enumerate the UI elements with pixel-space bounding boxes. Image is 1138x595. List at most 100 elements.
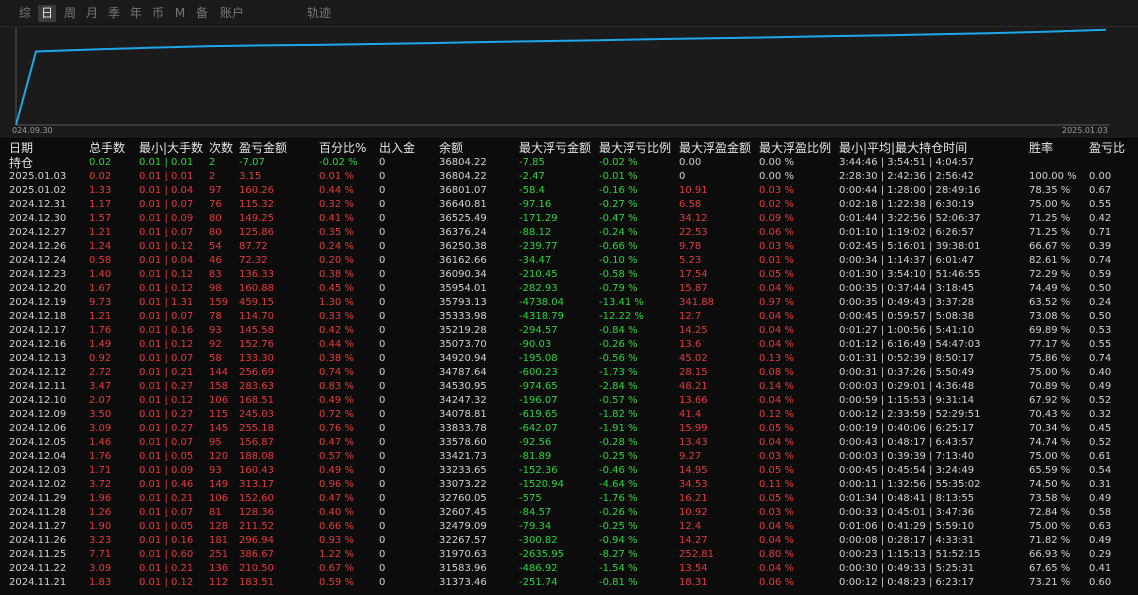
table-row[interactable]: 2024.12.03 1.71 0.01 | 0.09 93 160.43 0.49 % 0… — [0, 464, 1138, 478]
balance-cell: 34920.94 — [439, 353, 487, 364]
table-row[interactable]: 2024.12.18 1.21 0.01 | 0.07 78 114.70 0.33 % 0… — [0, 310, 1138, 324]
max-floating-loss-cell: -282.93 — [519, 283, 558, 294]
deposit-withdraw-cell: 0 — [379, 493, 386, 504]
table-row[interactable]: 2024.12.04 1.76 0.01 | 0.05 120 188.08 0.57 %… — [0, 450, 1138, 464]
tab-quarterly[interactable]: 季 — [105, 5, 123, 22]
holding-summary-row[interactable]: 0.02 0.01 | 0.01 2 -7.07 -0.02 % 0 36804.22 -7.… — [0, 156, 1138, 170]
table-row[interactable]: 2024.12.05 1.46 0.01 | 0.07 95 156.87 0.47 % 0… — [0, 436, 1138, 450]
percent-cell: 0.76 % — [319, 423, 354, 434]
pnl-cell: 152.76 — [239, 339, 274, 350]
tab-account[interactable]: 账户 — [217, 5, 247, 22]
table-row[interactable]: 2024.12.09 3.50 0.01 | 0.27 115 245.03 0.72 %… — [0, 408, 1138, 422]
tab-daily[interactable]: 日 — [38, 5, 56, 22]
table-row[interactable]: 2024.11.28 1.26 0.01 | 0.07 81 128.36 0.40 % 0… — [0, 506, 1138, 520]
table-row[interactable]: 2024.12.20 1.67 0.01 | 0.12 98 160.88 0.45 % 0… — [0, 282, 1138, 296]
win-rate-cell: 75.00 % — [1029, 199, 1071, 210]
table-row[interactable]: 2024.12.31 1.17 0.01 | 0.07 76 115.32 0.32 % 0… — [0, 198, 1138, 212]
max-floating-profit-pct-cell: 0.12 % — [759, 409, 794, 420]
table-row[interactable]: 2024.12.11 3.47 0.01 | 0.27 158 283.63 0.83 %… — [0, 380, 1138, 394]
percent-cell: 0.44 % — [319, 185, 354, 196]
max-floating-loss-pct-cell: -0.27 % — [599, 199, 638, 210]
percent-cell: 0.20 % — [319, 255, 354, 266]
holding-time-cell: 0:00:44 | 1:28:00 | 28:49:16 — [839, 185, 981, 196]
holding-time-cell: 0:00:35 | 0:37:44 | 3:18:45 — [839, 283, 975, 294]
table-row[interactable]: 2024.11.27 1.90 0.01 | 0.05 128 211.52 0.66 %… — [0, 520, 1138, 534]
count-cell: 2 — [209, 157, 216, 168]
tab-m[interactable]: M — [171, 5, 189, 22]
holding-time-cell: 0:01:44 | 3:22:56 | 52:06:37 — [839, 213, 981, 224]
table-row[interactable]: 2024.12.24 0.58 0.01 | 0.04 46 72.32 0.20 % 0 3… — [0, 254, 1138, 268]
max-floating-profit-pct-cell: 0.04 % — [759, 283, 794, 294]
balance-cell: 33073.22 — [439, 479, 487, 490]
table-row[interactable]: 2024.12.19 9.73 0.01 | 1.31 159 459.15 1.30 %… — [0, 296, 1138, 310]
date-cell: 2024.12.02 — [9, 479, 67, 490]
tab-notes[interactable]: 备 — [193, 5, 211, 22]
table-row[interactable]: 2024.12.10 2.07 0.01 | 0.12 106 168.51 0.49 %… — [0, 394, 1138, 408]
percent-cell: 0.49 % — [319, 395, 354, 406]
date-cell: 2024.11.28 — [9, 507, 67, 518]
holding-time-cell: 0:00:03 | 0:29:01 | 4:36:48 — [839, 381, 975, 392]
table-row[interactable]: 2024.12.26 1.24 0.01 | 0.12 54 87.72 0.24 % 0 3… — [0, 240, 1138, 254]
table-row[interactable]: 2024.11.25 7.71 0.01 | 0.60 251 386.67 1.22 %… — [0, 548, 1138, 562]
table-row[interactable]: 2024.11.21 1.83 0.01 | 0.12 112 183.51 0.59 %… — [0, 576, 1138, 590]
table-row[interactable]: 2024.12.17 1.76 0.01 | 0.16 93 145.58 0.42 % 0… — [0, 324, 1138, 338]
max-floating-loss-pct-cell: -0.84 % — [599, 325, 638, 336]
total-lots-cell: 1.76 — [89, 325, 112, 336]
max-floating-profit-cell: 5.23 — [679, 255, 702, 266]
max-floating-profit-pct-cell: 0.04 % — [759, 521, 794, 532]
tab-monthly[interactable]: 月 — [83, 5, 101, 22]
date-cell: 2024.12.09 — [9, 409, 67, 420]
max-floating-loss-pct-cell: -8.27 % — [599, 549, 638, 560]
table-row[interactable]: 2024.12.02 3.72 0.01 | 0.46 149 313.17 0.96 %… — [0, 478, 1138, 492]
win-rate-cell: 70.34 % — [1029, 423, 1071, 434]
max-floating-loss-pct-cell: -1.76 % — [599, 493, 638, 504]
pnl-cell: 211.52 — [239, 521, 274, 532]
tab-overview[interactable]: 综 — [16, 5, 34, 22]
total-lots-cell: 1.46 — [89, 437, 112, 448]
table-row[interactable]: 2024.11.22 3.09 0.01 | 0.21 136 210.50 0.67 %… — [0, 562, 1138, 576]
pl-ratio-cell: 0.55 — [1089, 339, 1112, 350]
count-cell: 115 — [209, 409, 229, 420]
win-rate-cell: 75.00 % — [1029, 521, 1071, 532]
max-floating-profit-cell: 13.66 — [679, 395, 708, 406]
max-floating-profit-pct-cell: 0.11 % — [759, 479, 794, 490]
pl-ratio-cell: 0.45 — [1089, 423, 1112, 434]
table-row[interactable]: 2024.12.30 1.57 0.01 | 0.09 80 149.25 0.41 % 0… — [0, 212, 1138, 226]
pl-ratio-cell: 0.60 — [1089, 577, 1112, 588]
pl-ratio-cell: 0.42 — [1089, 213, 1112, 224]
table-row[interactable]: 2025.01.02 1.33 0.01 | 0.04 97 160.26 0.44 % 0… — [0, 184, 1138, 198]
total-lots-cell: 1.96 — [89, 493, 112, 504]
deposit-withdraw-cell: 0 — [379, 283, 386, 294]
tab-weekly[interactable]: 周 — [61, 5, 79, 22]
balance-cell: 36804.22 — [439, 157, 487, 168]
min-max-lots-cell: 0.01 | 0.21 — [139, 563, 194, 574]
table-row[interactable]: 2024.11.29 1.96 0.01 | 0.21 106 152.60 0.47 %… — [0, 492, 1138, 506]
table-row[interactable]: 2025.01.03 0.02 0.01 | 0.01 2 3.15 0.01 % 0 368… — [0, 170, 1138, 184]
table-row[interactable]: 2024.11.26 3.23 0.01 | 0.16 181 296.94 0.93 %… — [0, 534, 1138, 548]
max-floating-loss-pct-cell: -13.41 % — [599, 297, 644, 308]
max-floating-loss-cell: -90.03 — [519, 339, 552, 350]
max-floating-loss-cell: -642.07 — [519, 423, 558, 434]
date-cell: 2024.11.27 — [9, 521, 67, 532]
percent-cell: 0.01 % — [319, 171, 354, 182]
table-row[interactable]: 2024.12.13 0.92 0.01 | 0.07 58 133.30 0.38 % 0… — [0, 352, 1138, 366]
win-rate-cell: 72.84 % — [1029, 507, 1071, 518]
total-lots-cell: 1.40 — [89, 269, 112, 280]
tab-yearly[interactable]: 年 — [127, 5, 145, 22]
percent-cell: 0.47 % — [319, 493, 354, 504]
table-row[interactable]: 2024.12.27 1.21 0.01 | 0.07 80 125.86 0.35 % 0… — [0, 226, 1138, 240]
win-rate-cell: 66.93 % — [1029, 549, 1071, 560]
max-floating-loss-cell: -210.45 — [519, 269, 558, 280]
tab-currency[interactable]: 币 — [149, 5, 167, 22]
pnl-cell: 156.87 — [239, 437, 274, 448]
max-floating-loss-pct-cell: -0.02 % — [599, 157, 638, 168]
table-row[interactable]: 2024.12.12 2.72 0.01 | 0.21 144 256.69 0.74 %… — [0, 366, 1138, 380]
count-cell: 181 — [209, 535, 229, 546]
max-floating-loss-pct-cell: -0.01 % — [599, 171, 638, 182]
table-row[interactable]: 2024.12.23 1.40 0.01 | 0.12 83 136.33 0.38 % 0… — [0, 268, 1138, 282]
deposit-withdraw-cell: 0 — [379, 549, 386, 560]
table-row[interactable]: 2024.12.06 3.09 0.01 | 0.27 145 255.18 0.76 %… — [0, 422, 1138, 436]
win-rate-cell: 100.00 % — [1029, 171, 1077, 182]
table-row[interactable]: 2024.12.16 1.49 0.01 | 0.12 92 152.76 0.44 % 0… — [0, 338, 1138, 352]
tab-trajectory[interactable]: 轨迹 — [304, 5, 334, 22]
